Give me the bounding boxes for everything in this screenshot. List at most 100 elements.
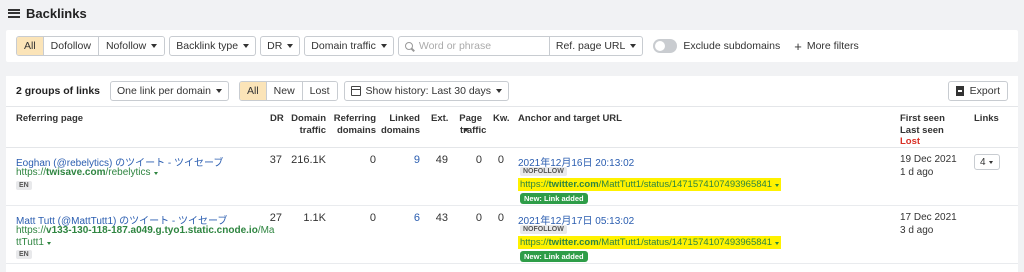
- chevron-down-icon: [380, 44, 387, 48]
- grouping-dropdown[interactable]: One link per domain: [110, 81, 229, 101]
- search-scope-label: Ref. page URL: [555, 40, 626, 52]
- chevron-down-icon: [287, 44, 294, 48]
- ext-value: 49: [435, 154, 448, 166]
- history-label: Show history: Last 30 days: [365, 85, 492, 97]
- linked-domains-value[interactable]: 6: [390, 212, 420, 224]
- page-title: Backlinks: [26, 5, 87, 21]
- col-domain-traffic-1[interactable]: Domain: [276, 113, 326, 124]
- col-page-traffic-1[interactable]: Page: [442, 113, 482, 124]
- chevron-down-icon: [46, 242, 51, 245]
- url-domain: v133-130-118-187.a049.g.tyo1.static.cnod…: [46, 225, 258, 236]
- lang-badge: EN: [16, 181, 32, 190]
- kw-value: 0: [497, 154, 504, 166]
- referring-page-url[interactable]: https://twisave.com/rebelytics: [16, 167, 158, 178]
- results-toolbar: 2 groups of links One link per domain Al…: [6, 76, 1018, 106]
- more-filters-button[interactable]: More filters: [807, 40, 859, 52]
- plus-icon: +: [794, 38, 802, 54]
- domain-traffic-label: Domain traffic: [311, 40, 376, 52]
- chevron-down-icon: [243, 44, 250, 48]
- tab-state-all[interactable]: All: [239, 82, 266, 100]
- url-path-1: /Ma: [257, 225, 275, 236]
- dr-dropdown[interactable]: DR: [260, 36, 301, 56]
- first-seen-value: 19 Dec 2021: [900, 154, 957, 165]
- last-seen-value: 1 d ago: [900, 167, 934, 178]
- history-dropdown[interactable]: Show history: Last 30 days: [343, 81, 510, 101]
- url-path: /rebelytics: [105, 167, 151, 178]
- domain-traffic-value: 1.1K: [303, 212, 326, 224]
- tab-all[interactable]: All: [17, 37, 43, 55]
- chevron-down-icon: [153, 172, 158, 175]
- nofollow-dropdown[interactable]: Nofollow: [97, 37, 165, 55]
- col-ref-domains-2: domains: [336, 125, 376, 136]
- search-scope-dropdown[interactable]: Ref. page URL: [548, 37, 642, 55]
- target-domain: twitter.com: [548, 237, 599, 248]
- export-button[interactable]: Export: [947, 81, 1008, 101]
- lang-badge: EN: [16, 250, 32, 259]
- referring-page-url-cont[interactable]: ttTutt1: [16, 237, 51, 248]
- url-prefix: https://: [16, 167, 47, 178]
- col-linked-domains-2: domains: [380, 125, 420, 136]
- links-count-value: 4: [980, 156, 986, 168]
- search-placeholder: Word or phrase: [418, 40, 492, 52]
- url-prefix: https://: [16, 225, 47, 236]
- new-link-badge: New: Link added: [520, 251, 588, 262]
- chevron-down-icon: [988, 160, 993, 164]
- link-type-tabs: All Dofollow Nofollow: [16, 36, 166, 56]
- col-links[interactable]: Links: [974, 113, 999, 124]
- grouping-label: One link per domain: [117, 85, 211, 97]
- table-row: Matt Tutt (@MattTutt1) のツイート - ツイセーブ htt…: [6, 206, 1018, 264]
- col-domain-traffic-2: traffic: [299, 125, 326, 136]
- chevron-down-icon: [775, 242, 780, 245]
- target-path: /MattTutt1/status/1471574107493965841: [598, 237, 773, 248]
- chevron-down-icon: [151, 44, 158, 48]
- tab-dofollow[interactable]: Dofollow: [42, 37, 98, 55]
- search-input[interactable]: Word or phrase: [399, 37, 549, 55]
- col-linked-domains-1[interactable]: Linked: [376, 113, 420, 124]
- search-box: Word or phrase Ref. page URL: [397, 36, 644, 56]
- col-page-traffic-2: traffic: [460, 125, 486, 136]
- col-kw[interactable]: Kw.: [493, 113, 510, 124]
- url-path-2: ttTutt1: [16, 237, 44, 248]
- url-domain: twisave.com: [46, 167, 106, 178]
- kw-value: 0: [497, 212, 504, 224]
- calendar-icon: [350, 86, 361, 96]
- col-last-seen[interactable]: Last seen: [900, 125, 944, 136]
- target-url[interactable]: https://twitter.com/MattTutt1/status/147…: [518, 236, 782, 249]
- col-first-seen[interactable]: First seen: [900, 113, 945, 124]
- target-prefix: https://: [520, 179, 549, 190]
- target-url[interactable]: https://twitter.com/MattTutt1/status/147…: [518, 178, 782, 191]
- target-domain: twitter.com: [548, 179, 599, 190]
- referring-domains-value: 0: [369, 212, 376, 224]
- domain-traffic-value: 216.1K: [291, 154, 326, 166]
- chevron-down-icon: [775, 184, 780, 187]
- col-lost: Lost: [900, 136, 921, 147]
- backlink-type-label: Backlink type: [176, 40, 239, 52]
- last-seen-value: 3 d ago: [900, 225, 934, 236]
- dr-label: DR: [267, 40, 283, 52]
- table-row: Eoghan (@rebelytics) のツイート - ツイセーブ https…: [6, 148, 1018, 206]
- search-icon: [404, 42, 413, 50]
- chevron-down-icon: [630, 44, 637, 48]
- target-prefix: https://: [520, 237, 549, 248]
- title-bar: Backlinks: [0, 0, 1024, 26]
- backlink-type-dropdown[interactable]: Backlink type: [169, 36, 257, 56]
- col-page-traffic-2-label: traffic: [460, 125, 487, 136]
- menu-icon[interactable]: [8, 8, 20, 18]
- col-ref-domains-1[interactable]: Referring: [326, 113, 376, 124]
- col-referring-page[interactable]: Referring page: [16, 113, 83, 124]
- links-count-dropdown[interactable]: 4: [974, 154, 1000, 170]
- referring-domains-value: 0: [369, 154, 376, 166]
- tab-state-new[interactable]: New: [265, 82, 302, 100]
- results-panel: 2 groups of links One link per domain Al…: [6, 76, 1018, 272]
- ext-value: 43: [435, 212, 448, 224]
- page-traffic-value: 0: [475, 212, 482, 224]
- referring-page-url[interactable]: https://v133-130-118-187.a049.g.tyo1.sta…: [16, 225, 274, 236]
- domain-traffic-dropdown[interactable]: Domain traffic: [304, 36, 394, 56]
- export-label: Export: [969, 85, 1000, 97]
- exclude-subdomains-toggle[interactable]: [653, 39, 678, 53]
- col-anchor[interactable]: Anchor and target URL: [518, 113, 622, 124]
- page-traffic-value: 0: [475, 154, 482, 166]
- linked-domains-value[interactable]: 9: [390, 154, 420, 166]
- filter-bar: All Dofollow Nofollow Backlink type DR D…: [6, 30, 1018, 62]
- tab-state-lost[interactable]: Lost: [301, 82, 337, 100]
